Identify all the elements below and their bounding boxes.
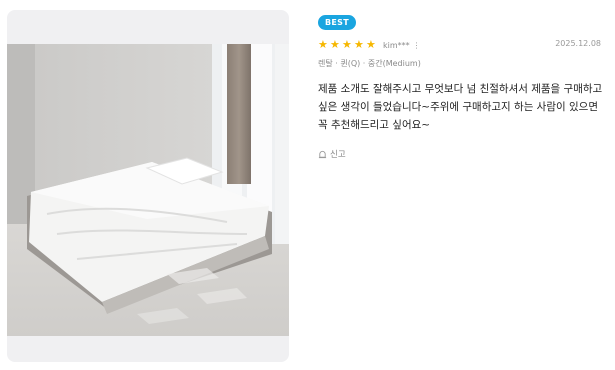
star-icon: ★ <box>366 38 376 51</box>
report-icon <box>318 150 327 158</box>
review-photo[interactable] <box>7 10 289 362</box>
best-badge: BEST <box>318 15 356 30</box>
review-photo-image <box>7 44 289 336</box>
purchase-option: 렌탈 · 퀸(Q) · 중간(Medium) <box>318 59 421 68</box>
star-icon: ★ <box>330 38 340 51</box>
star-icon: ★ <box>318 38 328 51</box>
more-vertical-icon[interactable]: ⋮ <box>413 41 421 50</box>
report-button[interactable]: 신고 <box>318 148 608 160</box>
reviewer-name: kim*** <box>383 40 410 50</box>
star-rating: ★ ★ ★ ★ ★ <box>318 38 376 51</box>
star-icon: ★ <box>354 38 364 51</box>
review-date: 2025.12.08 <box>555 39 601 48</box>
star-icon: ★ <box>342 38 352 51</box>
review-meta: ★ ★ ★ ★ ★ kim*** ⋮ 2025.12.08 <box>318 38 608 52</box>
review-text: 제품 소개도 잘해주시고 무엇보다 넘 친절하셔서 제품을 구매하고 싶은 생각… <box>318 83 603 131</box>
report-label: 신고 <box>330 150 346 160</box>
